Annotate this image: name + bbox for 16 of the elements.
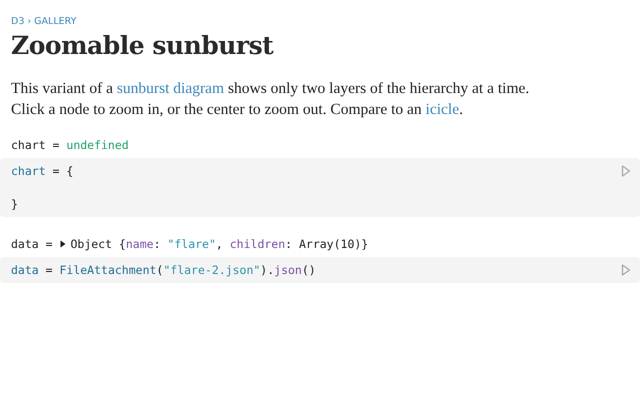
code-block[interactable]: data = FileAttachment("flare-2.json").json() <box>0 257 640 283</box>
page-title: Zoomable sunburst <box>11 31 274 60</box>
caret-icon[interactable] <box>59 240 68 248</box>
intro-paragraph: This variant of a sunburst diagram shows only two layers of the hierarchy at a time. Click a node to zoom in, or the center to zoom out. Compare to an icicle. <box>11 79 530 120</box>
cell-output: data = Object {name: "flare", children: Array(10)} <box>10 236 370 253</box>
code-line: chart = { <box>11 163 74 179</box>
code-line: } <box>11 196 19 212</box>
play-icon[interactable] <box>621 264 631 276</box>
play-icon[interactable] <box>621 165 631 177</box>
breadcrumb-link[interactable]: D3 <box>11 16 24 27</box>
breadcrumb-separator: › <box>27 16 32 27</box>
text-link[interactable]: sunburst diagram <box>116 80 224 97</box>
cell-output: chart = undefined <box>10 137 130 154</box>
code-line: data = FileAttachment("flare-2.json").json() <box>11 262 316 278</box>
text-link[interactable]: icicle <box>426 101 460 118</box>
breadcrumb-link[interactable]: GALLERY <box>34 16 76 27</box>
